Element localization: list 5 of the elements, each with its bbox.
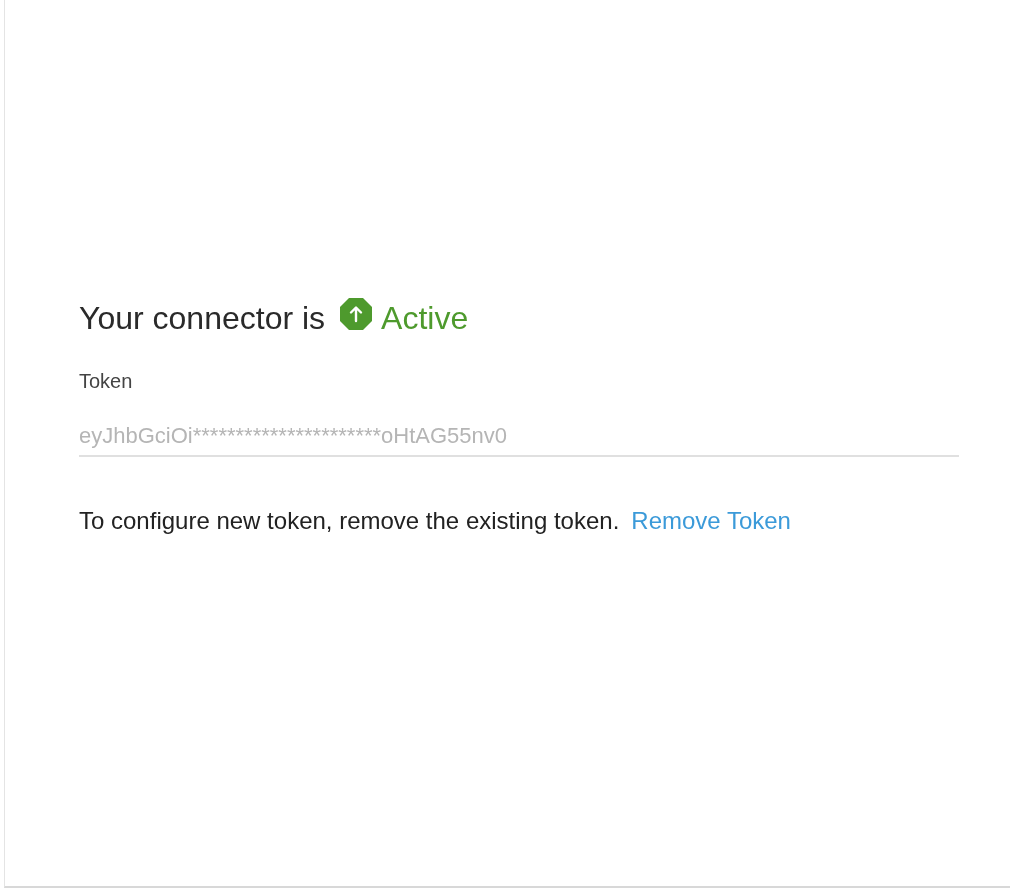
remove-token-link[interactable]: Remove Token (631, 507, 791, 535)
notice-text: To configure new token, remove the existing token. (79, 507, 620, 535)
status-label: Active (381, 299, 469, 337)
token-label: Token (79, 370, 134, 393)
heading-text: Your connector is (79, 299, 326, 337)
